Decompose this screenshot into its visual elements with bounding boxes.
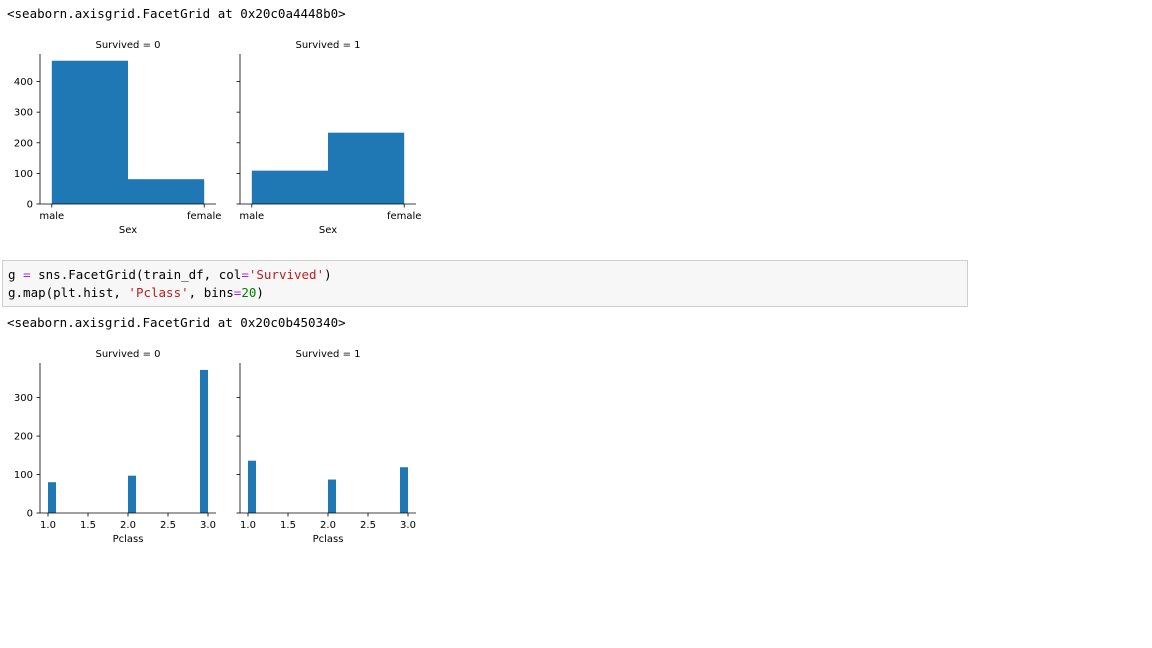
x-tick-label-male: male [39,211,64,222]
sex-facet-grid: Survived = 0male femaleSex0100200300400Su… [14,40,422,236]
x-tick-label: 1.5 [280,520,296,531]
y-tick-label: 300 [14,108,33,119]
x-tick-label-female: female [387,211,421,222]
y-tick-label: 300 [14,393,33,404]
code-cell[interactable]: g = sns.FacetGrid(train_df, col='Survive… [2,260,968,307]
y-tick-label: 0 [27,200,33,211]
x-tick-label: 1.0 [240,520,256,531]
x-tick-label: 1.5 [80,520,96,531]
x-tick-label: 3.0 [400,520,416,531]
bar-bin-1 [48,482,56,513]
pclass-facet-grid: Survived = 0 1.0 1.5 2.0 2.5 3.0 Pclass 0 100 200… [14,349,416,545]
x-axis-label: Sex [319,225,337,236]
facet-panel-4: Survived = 1 1.0 1.5 2.0 2.5 3.0 Pclass [236,349,416,545]
x-tick-label: 1.0 [40,520,56,531]
y-tick-label: 400 [14,77,33,88]
bar-bin-3 [400,467,408,513]
bar-male [51,60,128,204]
x-axis-label: Sex [119,225,137,236]
facet-panel-1: Survived = 0 male female Sex 0 100 200 300 400 [14,40,222,236]
bar-bin-3 [200,369,208,513]
x-tick-label: 2.5 [360,520,376,531]
facet-panel-3: Survived = 0 1.0 1.5 2.0 2.5 3.0 Pclass 0 100 200… [14,349,216,545]
y-tick-label: 0 [27,509,33,520]
facetgrid-repr-output-1: <seaborn.axisgrid.FacetGrid at 0x20c0a44… [7,6,346,21]
x-tick-label: 2.0 [120,520,136,531]
facetgrid-repr-output-2: <seaborn.axisgrid.FacetGrid at 0x20c0b45… [7,315,346,330]
facet-title: Survived = 0 [95,349,160,360]
bar-bin-1 [248,460,256,513]
y-tick-label: 100 [14,169,33,180]
bar-bin-2 [328,479,336,513]
x-axis-label: Pclass [113,534,144,545]
bar-bin-2 [128,475,136,513]
y-tick-label: 200 [14,432,33,443]
facet-title: Survived = 1 [295,349,360,360]
x-axis-label: Pclass [313,534,344,545]
y-tick-label: 200 [14,138,33,149]
code-line-1: g = sns.FacetGrid(train_df, col='Survive… [8,267,332,282]
facet-panel-2: Survived = 1 male female Sex [236,40,421,236]
x-tick-label: 2.0 [320,520,336,531]
facet-title: Survived = 1 [295,40,360,51]
x-tick-label: 3.0 [200,520,216,531]
code-line-2: g.map(plt.hist, 'Pclass', bins=20) [8,285,264,300]
bar-female [328,132,405,204]
x-tick-label: 2.5 [160,520,176,531]
bar-female [128,179,205,204]
bar-male [251,170,328,204]
x-tick-label-female: female [187,211,221,222]
x-tick-label-male: male [239,211,264,222]
facet-title: Survived = 0 [95,40,160,51]
y-tick-label: 100 [14,470,33,481]
